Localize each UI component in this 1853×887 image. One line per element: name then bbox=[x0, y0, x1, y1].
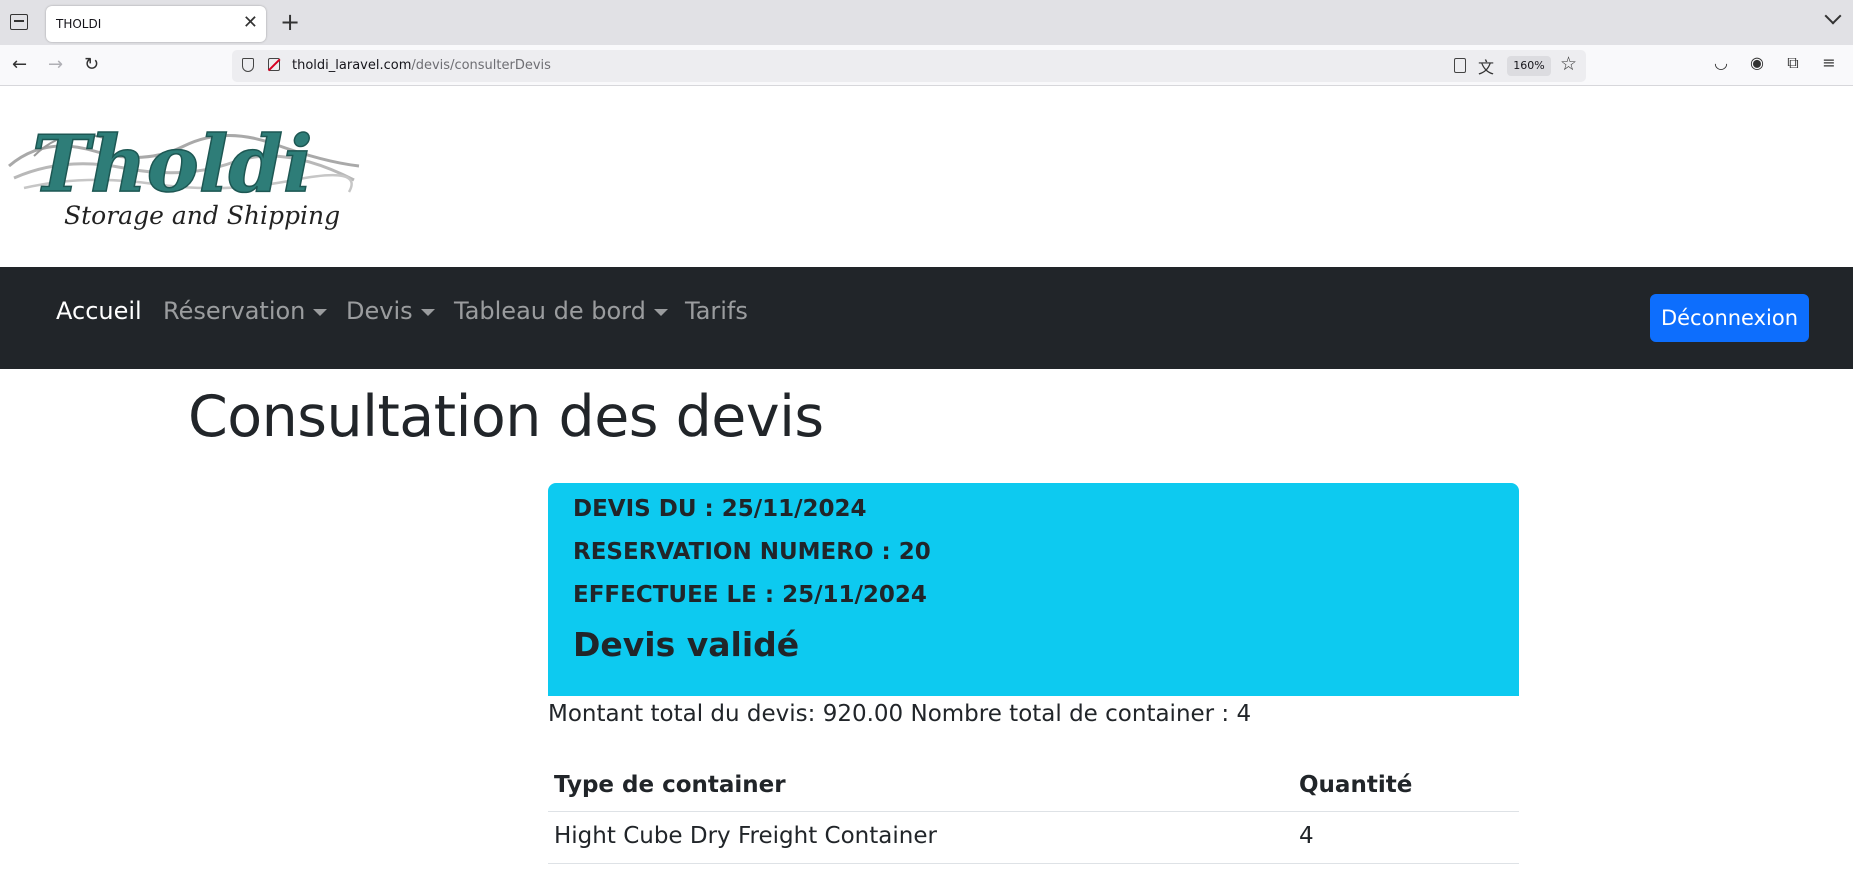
tab-list-icon[interactable] bbox=[10, 14, 28, 30]
url-bar[interactable]: tholdi_laravel.com/devis/consulterDevis … bbox=[232, 50, 1586, 82]
translate-icon[interactable]: 文 bbox=[1478, 54, 1494, 78]
extensions-icon[interactable]: ⧉ bbox=[1784, 54, 1802, 72]
nav-reservation-dropdown[interactable]: Réservation bbox=[163, 297, 328, 325]
url-host: tholdi_laravel.com bbox=[292, 58, 412, 73]
close-icon[interactable]: ✕ bbox=[243, 12, 258, 34]
reservation-number: RESERVATION NUMERO : 20 bbox=[573, 539, 931, 565]
menu-icon[interactable]: ≡ bbox=[1820, 54, 1838, 72]
table-divider bbox=[548, 863, 1519, 864]
reload-icon[interactable]: ↻ bbox=[84, 53, 99, 77]
caret-down-icon bbox=[420, 308, 435, 316]
browser-toolbar: ← → ↻ tholdi_laravel.com/devis/consulter… bbox=[0, 45, 1853, 86]
effectuee-date: EFFECTUEE LE : 25/11/2024 bbox=[573, 582, 927, 608]
page-title: Consultation des devis bbox=[188, 384, 824, 450]
nav-tarifs[interactable]: Tarifs bbox=[685, 297, 748, 325]
zoom-level[interactable]: 160% bbox=[1507, 56, 1551, 76]
nav-reservation-label: Réservation bbox=[163, 297, 306, 325]
tholdi-logo: Tholdi Storage and Shipping bbox=[8, 118, 360, 230]
logout-button[interactable]: Déconnexion bbox=[1650, 294, 1809, 342]
nav-accueil[interactable]: Accueil bbox=[56, 297, 142, 325]
devis-date: DEVIS DU : 25/11/2024 bbox=[573, 496, 867, 522]
browser-tab-bar: THOLDI ✕ + bbox=[0, 0, 1853, 45]
browser-tab[interactable]: THOLDI ✕ bbox=[46, 6, 266, 42]
logo-title: Tholdi bbox=[32, 119, 313, 210]
main-navbar: Accueil Réservation Devis Tableau de bor… bbox=[0, 267, 1853, 369]
shield-icon[interactable] bbox=[242, 58, 254, 72]
back-icon[interactable]: ← bbox=[12, 53, 27, 77]
caret-down-icon bbox=[313, 308, 328, 316]
table-divider bbox=[548, 811, 1519, 812]
nav-devis-dropdown[interactable]: Devis bbox=[346, 297, 435, 325]
star-icon[interactable]: ☆ bbox=[1560, 53, 1577, 75]
devis-totals: Montant total du devis: 920.00 Nombre to… bbox=[548, 701, 1252, 727]
nav-tableau-dropdown[interactable]: Tableau de bord bbox=[454, 297, 668, 325]
pocket-icon[interactable]: ◡ bbox=[1712, 54, 1730, 72]
devis-card: DEVIS DU : 25/11/2024 RESERVATION NUMERO… bbox=[548, 483, 1519, 696]
nav-devis-label: Devis bbox=[346, 297, 413, 325]
url-path: /devis/consulterDevis bbox=[411, 58, 551, 73]
table-header-type: Type de container bbox=[554, 772, 786, 798]
table-header-quantite: Quantité bbox=[1299, 772, 1413, 798]
chevron-down-icon[interactable] bbox=[1824, 7, 1842, 25]
devis-status: Devis validé bbox=[573, 625, 800, 664]
table-cell-quantite: 4 bbox=[1299, 823, 1314, 849]
insecure-lock-icon[interactable] bbox=[268, 58, 280, 71]
logo-subtitle: Storage and Shipping bbox=[64, 201, 340, 230]
forward-icon[interactable]: → bbox=[48, 53, 63, 77]
url-text[interactable]: tholdi_laravel.com/devis/consulterDevis bbox=[292, 58, 551, 73]
site-header: Tholdi Storage and Shipping bbox=[0, 86, 1853, 267]
table-cell-type: Hight Cube Dry Freight Container bbox=[554, 823, 937, 849]
tab-title: THOLDI bbox=[56, 17, 102, 31]
nav-tableau-label: Tableau de bord bbox=[454, 297, 646, 325]
caret-down-icon bbox=[653, 308, 668, 316]
reader-view-icon[interactable] bbox=[1454, 58, 1466, 73]
account-icon[interactable]: ◉ bbox=[1748, 54, 1766, 72]
new-tab-icon[interactable]: + bbox=[280, 8, 300, 36]
